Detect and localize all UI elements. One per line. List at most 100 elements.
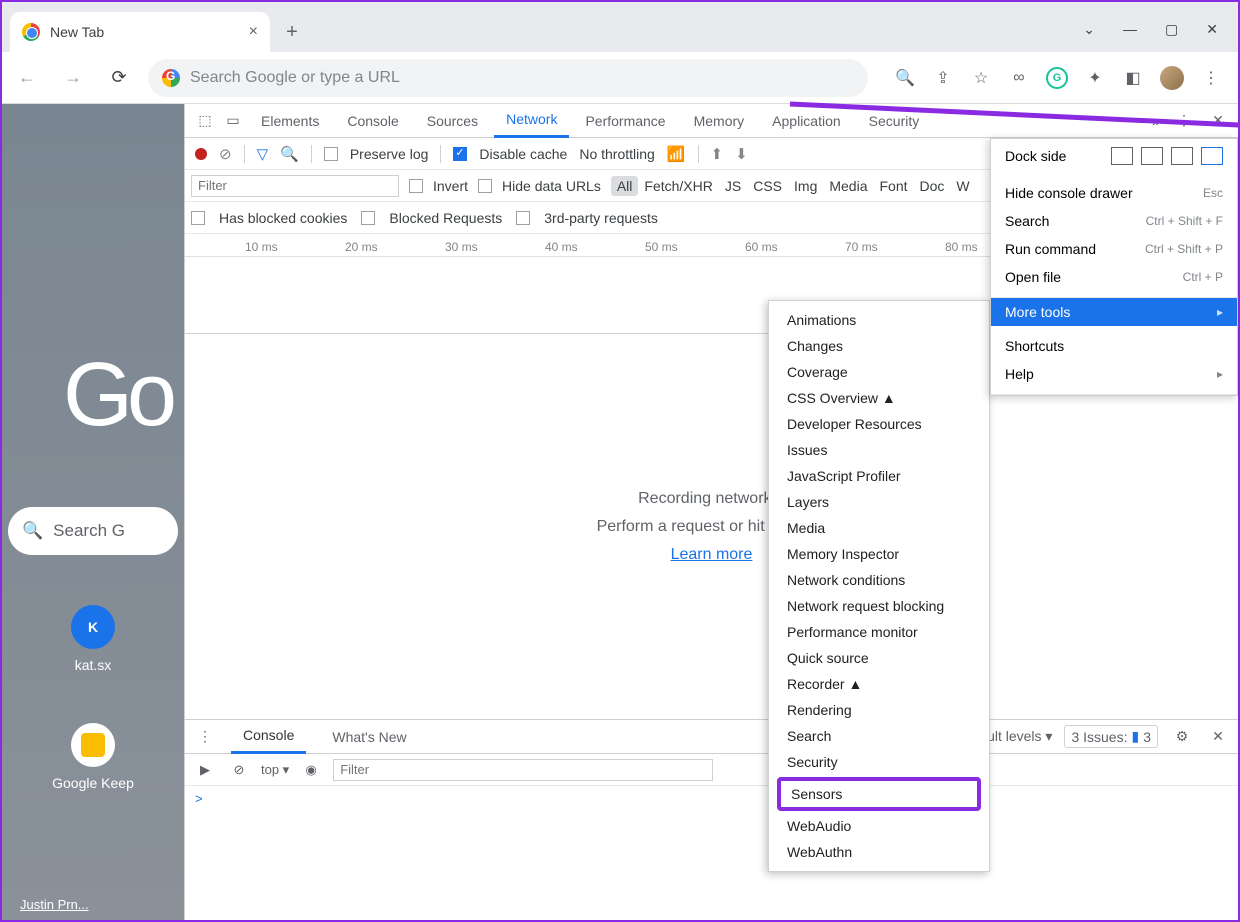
- tab-sources[interactable]: Sources: [415, 104, 490, 138]
- reload-button[interactable]: ⟳: [102, 61, 136, 95]
- hide-data-urls-checkbox[interactable]: [478, 179, 492, 193]
- tab-security[interactable]: Security: [857, 104, 932, 138]
- filter-type-media[interactable]: Media: [823, 176, 873, 196]
- back-button[interactable]: ←: [10, 61, 44, 95]
- chevron-down-icon[interactable]: ⌄: [1083, 21, 1095, 38]
- dock-undock-icon[interactable]: [1111, 147, 1133, 165]
- submenu-network-request-blocking[interactable]: Network request blocking: [769, 593, 989, 619]
- menu-open-file[interactable]: Open fileCtrl + P: [991, 263, 1237, 291]
- dock-left-icon[interactable]: [1141, 147, 1163, 165]
- submenu-quick-source[interactable]: Quick source: [769, 645, 989, 671]
- tab-network[interactable]: Network: [494, 104, 569, 138]
- search-icon[interactable]: 🔍: [280, 145, 299, 163]
- filter-type-font[interactable]: Font: [874, 176, 914, 196]
- eye-icon[interactable]: ◉: [299, 758, 323, 782]
- console-sidebar-icon[interactable]: ▶: [193, 758, 217, 782]
- submenu-layers[interactable]: Layers: [769, 489, 989, 515]
- submenu-security[interactable]: Security: [769, 749, 989, 775]
- panel-icon[interactable]: ◧: [1122, 67, 1144, 89]
- console-clear-icon[interactable]: ⊘: [227, 758, 251, 782]
- profile-avatar[interactable]: [1160, 66, 1184, 90]
- blocked-requests-checkbox[interactable]: [361, 211, 375, 225]
- tab-close-icon[interactable]: ×: [249, 23, 258, 41]
- invert-checkbox[interactable]: [409, 179, 423, 193]
- browser-tab[interactable]: New Tab ×: [10, 12, 270, 52]
- throttling-select[interactable]: No throttling: [579, 146, 654, 162]
- submenu-network-conditions[interactable]: Network conditions: [769, 567, 989, 593]
- filter-type-doc[interactable]: Doc: [914, 176, 951, 196]
- filter-type-fetchxhr[interactable]: Fetch/XHR: [638, 176, 718, 196]
- record-button[interactable]: [195, 148, 207, 160]
- menu-shortcuts[interactable]: Shortcuts: [991, 332, 1237, 360]
- close-window-icon[interactable]: ✕: [1206, 21, 1218, 38]
- upload-icon[interactable]: ⬆: [711, 145, 724, 163]
- third-party-checkbox[interactable]: [516, 211, 530, 225]
- dock-right-icon[interactable]: [1201, 147, 1223, 165]
- context-select[interactable]: top ▾: [261, 762, 289, 778]
- issues-chip[interactable]: 3 Issues: ▮ 3: [1064, 725, 1158, 748]
- more-tabs-icon[interactable]: »: [1144, 109, 1168, 133]
- submenu-search[interactable]: Search: [769, 723, 989, 749]
- tab-memory[interactable]: Memory: [682, 104, 757, 138]
- submenu-recorder-[interactable]: Recorder ▲: [769, 671, 989, 697]
- submenu-coverage[interactable]: Coverage: [769, 359, 989, 385]
- filter-type-w[interactable]: W: [950, 176, 975, 196]
- drawer-close-icon[interactable]: ✕: [1206, 725, 1230, 749]
- console-filter-input[interactable]: [333, 759, 713, 781]
- filter-input[interactable]: [191, 175, 399, 197]
- wifi-icon[interactable]: 📶: [667, 145, 686, 163]
- submenu-changes[interactable]: Changes: [769, 333, 989, 359]
- clear-icon[interactable]: ⊘: [219, 145, 232, 163]
- device-icon[interactable]: ▭: [221, 109, 245, 133]
- grammarly-icon[interactable]: G: [1046, 67, 1068, 89]
- filter-type-all[interactable]: All: [611, 176, 639, 196]
- disable-cache-checkbox[interactable]: [453, 147, 467, 161]
- tab-elements[interactable]: Elements: [249, 104, 331, 138]
- submenu-animations[interactable]: Animations: [769, 307, 989, 333]
- tab-application[interactable]: Application: [760, 104, 853, 138]
- submenu-css-overview-[interactable]: CSS Overview ▲: [769, 385, 989, 411]
- levels-select[interactable]: ult levels ▾: [987, 728, 1052, 745]
- filter-icon[interactable]: ▽: [257, 145, 269, 163]
- download-icon[interactable]: ⬇: [735, 145, 748, 163]
- tab-console[interactable]: Console: [335, 104, 410, 138]
- submenu-performance-monitor[interactable]: Performance monitor: [769, 619, 989, 645]
- gear-icon[interactable]: ⚙: [1170, 725, 1194, 749]
- submenu-sensors[interactable]: Sensors: [777, 777, 981, 811]
- inspect-icon[interactable]: ⬚: [193, 109, 217, 133]
- ntp-shortcut-keep[interactable]: Google Keep: [52, 723, 134, 791]
- bookmark-icon[interactable]: ☆: [970, 67, 992, 89]
- minimize-icon[interactable]: —: [1123, 21, 1137, 38]
- puzzle-icon[interactable]: ✦: [1084, 67, 1106, 89]
- devtools-close-icon[interactable]: ✕: [1206, 109, 1230, 133]
- filter-type-js[interactable]: JS: [719, 176, 747, 196]
- submenu-memory-inspector[interactable]: Memory Inspector: [769, 541, 989, 567]
- extension-icon[interactable]: ∞: [1008, 67, 1030, 89]
- submenu-webaudio[interactable]: WebAudio: [769, 813, 989, 839]
- devtools-menu-icon[interactable]: ⋮: [1172, 109, 1196, 133]
- filter-type-img[interactable]: Img: [788, 176, 823, 196]
- submenu-media[interactable]: Media: [769, 515, 989, 541]
- forward-button[interactable]: →: [56, 61, 90, 95]
- learn-more-link[interactable]: Learn more: [671, 546, 753, 564]
- tab-performance[interactable]: Performance: [573, 104, 677, 138]
- drawer-tab-whatsnew[interactable]: What's New: [320, 720, 418, 754]
- menu-hide-drawer[interactable]: Hide console drawerEsc: [991, 179, 1237, 207]
- menu-more-tools[interactable]: More tools▸: [991, 298, 1237, 326]
- new-tab-button[interactable]: +: [276, 16, 308, 48]
- submenu-javascript-profiler[interactable]: JavaScript Profiler: [769, 463, 989, 489]
- omnibox[interactable]: Search Google or type a URL: [148, 59, 868, 97]
- filter-type-css[interactable]: CSS: [747, 176, 788, 196]
- ntp-search-box[interactable]: 🔍 Search G: [8, 507, 178, 555]
- submenu-rendering[interactable]: Rendering: [769, 697, 989, 723]
- drawer-menu-icon[interactable]: ⋮: [193, 725, 217, 749]
- dock-bottom-icon[interactable]: [1171, 147, 1193, 165]
- console-prompt[interactable]: >: [185, 786, 1238, 920]
- submenu-webauthn[interactable]: WebAuthn: [769, 839, 989, 865]
- zoom-icon[interactable]: 🔍: [894, 67, 916, 89]
- submenu-issues[interactable]: Issues: [769, 437, 989, 463]
- ntp-shortcut-katsx[interactable]: K kat.sx: [71, 605, 115, 673]
- has-blocked-cookies-checkbox[interactable]: [191, 211, 205, 225]
- maximize-icon[interactable]: ▢: [1165, 21, 1178, 38]
- submenu-developer-resources[interactable]: Developer Resources: [769, 411, 989, 437]
